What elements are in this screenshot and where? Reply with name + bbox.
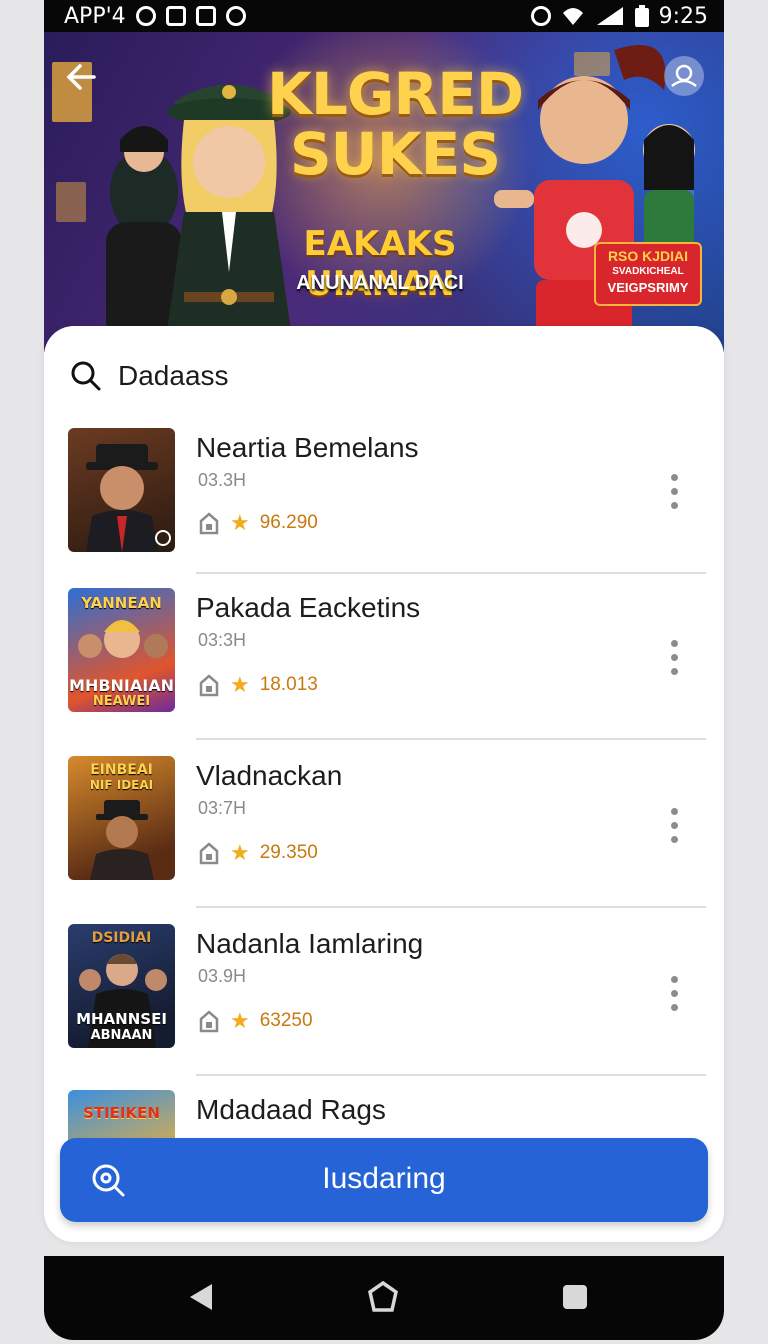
wifi-icon (562, 8, 583, 25)
star-icon: ★ (230, 510, 250, 535)
more-options-icon[interactable] (666, 808, 682, 852)
profile-icon (671, 64, 697, 87)
nav-home-icon[interactable] (366, 1280, 400, 1314)
status-bar: APP'4 9:25 (44, 0, 724, 32)
star-icon: ★ (230, 672, 250, 697)
divider (196, 738, 706, 740)
item-rating-row: ★ 96.290 (198, 510, 318, 536)
item-title: Neartia Bemelans (196, 432, 419, 463)
nav-back-icon[interactable] (186, 1280, 216, 1314)
notification-icon (135, 6, 156, 26)
alarm-icon (530, 6, 551, 26)
item-thumbnail: YANNEAN MHBNIAIAN NEAWEI (68, 588, 175, 712)
item-meta: 03:3H (198, 630, 247, 650)
notification-icon (165, 6, 186, 26)
notification-icon (225, 6, 246, 26)
nav-recents-icon[interactable] (560, 1280, 590, 1314)
list-item[interactable]: Neartia Bemelans 03.3H ★ 96.290 (68, 428, 708, 594)
primary-action-button[interactable]: Iusdaring (60, 1138, 708, 1222)
item-thumbnail (68, 428, 175, 552)
more-options-icon[interactable] (666, 474, 682, 518)
item-rating: 29.350 (259, 842, 318, 863)
status-app-label: APP'4 (64, 3, 126, 29)
item-title: Pakada Eacketins (196, 592, 421, 623)
thumbnail-art (90, 800, 154, 880)
more-options-icon[interactable] (666, 976, 682, 1020)
signal-icon (596, 7, 623, 25)
item-title: Nadanla Iamlaring (196, 928, 424, 959)
thumbnail-text: MHANNSEI (76, 1010, 167, 1028)
promo-badge-line: SVADKICHEAL (612, 266, 684, 277)
primary-action-label: Iusdaring (322, 1162, 446, 1195)
more-options-icon[interactable] (666, 640, 682, 684)
promo-badge-line: VEIGPSRIMY (607, 280, 689, 295)
search-icon (71, 361, 101, 391)
status-time: 9:25 (658, 3, 708, 29)
item-title: Mdadaad Rags (196, 1094, 386, 1125)
promo-badge-line: RSO KJDIAI (607, 248, 689, 264)
banner-title-line: KLGRED (267, 60, 524, 128)
item-rating: 18.013 (259, 674, 318, 695)
thumbnail-text: NEAWEI (92, 694, 151, 709)
status-left: APP'4 (64, 4, 246, 29)
item-rating: 63250 (259, 1010, 313, 1031)
lock-icon (199, 674, 219, 697)
divider (196, 906, 706, 908)
star-icon: ★ (230, 1008, 250, 1033)
star-icon: ★ (230, 840, 250, 865)
item-meta: 03.3H (198, 470, 247, 490)
item-thumbnail: DSIDIAI MHANNSEI ABNAAN (68, 924, 175, 1048)
lock-icon (199, 512, 219, 535)
promo-badge: RSO KJDIAI SVADKICHEAL VEIGPSRIMY (594, 242, 702, 306)
list-item[interactable]: EINBEAI NIF IDEAI Vladnackan 03:7H ★ 29.… (68, 756, 708, 922)
item-meta: 03.9H (198, 966, 247, 986)
divider (196, 572, 706, 574)
item-rating-row: ★ 29.350 (198, 840, 318, 866)
item-meta: 03:7H (198, 798, 247, 818)
hero-banner: KLGRED SUKES EAKAKS UIANAN ANUNANAL DACI… (44, 32, 724, 352)
banner-title-line: SUKES (289, 120, 501, 188)
profile-button[interactable] (664, 56, 704, 96)
search-bar[interactable]: Dadaass (70, 356, 229, 396)
lock-icon (199, 842, 219, 865)
back-arrow-icon (66, 64, 96, 90)
system-nav-bar (44, 1256, 724, 1340)
battery-icon (634, 5, 649, 27)
item-rating-row: ★ 18.013 (198, 672, 318, 698)
lock-icon (199, 1010, 219, 1033)
back-button[interactable] (64, 60, 104, 100)
thumbnail-text: MHBNIAIAN (69, 676, 174, 695)
item-title: Vladnackan (196, 760, 343, 791)
phone-screen: APP'4 9:25 KLGRED SUKES EAKAKS UIANAN AN… (44, 0, 724, 1340)
thumbnail-art (86, 444, 171, 552)
thumbnail-text: STIEIKEN (83, 1104, 160, 1122)
item-rating-row: ★ 63250 (198, 1008, 313, 1034)
banner-caption: ANUNANAL DACI (296, 272, 464, 294)
item-thumbnail: EINBEAI NIF IDEAI (68, 756, 175, 880)
notification-icon (195, 6, 216, 26)
item-rating: 96.290 (259, 512, 318, 533)
status-right: 9:25 (530, 3, 708, 29)
divider (196, 1074, 706, 1076)
list-item[interactable]: YANNEAN MHBNIAIAN NEAWEI Pakada Eacketin… (68, 588, 708, 754)
banner-title: KLGRED SUKES (250, 64, 540, 184)
list-item[interactable]: DSIDIAI MHANNSEI ABNAAN Nadanla Iamlarin… (68, 924, 708, 1090)
thumbnail-text: ABNAAN (90, 1028, 153, 1043)
content-sheet: Dadaass Neartia Bemelans 03.3H ★ 96.290 … (44, 326, 724, 1242)
search-label: Dadaass (118, 360, 229, 391)
